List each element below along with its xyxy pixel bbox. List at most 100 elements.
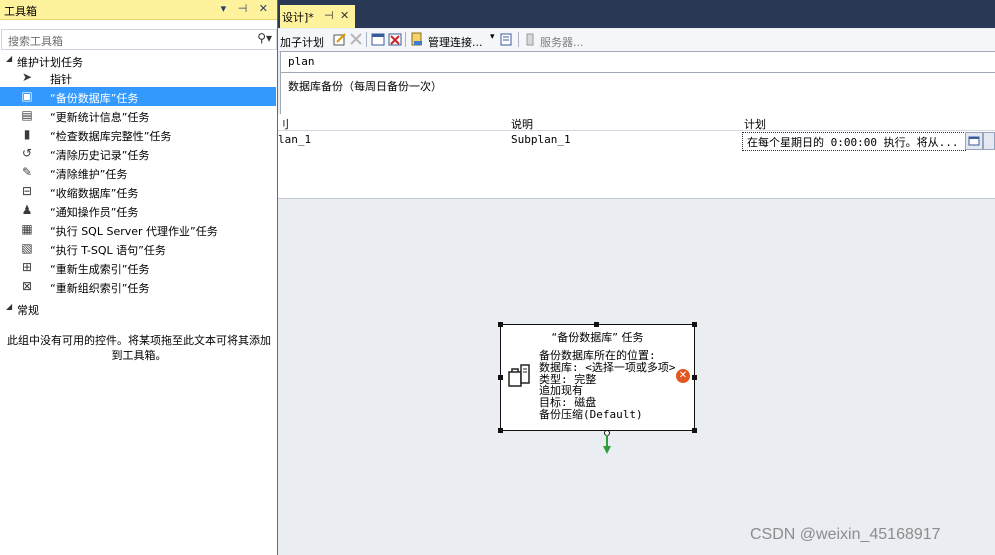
- search-icon[interactable]: ⚲▾: [257, 31, 272, 45]
- tsql-icon: ▧: [21, 241, 33, 255]
- rebuild-index-icon: ⊞: [21, 260, 33, 274]
- toolbar-separator: [366, 32, 367, 47]
- toolbar-separator: [405, 32, 406, 47]
- toolbox-item-maintenance-cleanup[interactable]: ✎ “清除维护”任务: [0, 163, 276, 182]
- task-title: “备份数据库” 任务: [551, 331, 644, 344]
- empty-group-message: 此组中没有可用的控件。将某项拖至此文本可将其添加到工具箱。: [7, 334, 271, 362]
- schedule-calendar-button[interactable]: [965, 132, 983, 150]
- backup-database-icon: ▣: [21, 89, 33, 103]
- servers-button[interactable]: 服务器...: [540, 34, 584, 50]
- group-label: 常规: [17, 304, 39, 317]
- item-label: 指针: [50, 73, 72, 86]
- toolbox-title-bar: 工具箱 ▾ ⊣ ✕: [0, 0, 277, 20]
- toolbox-item-shrink-database[interactable]: ⊟ “收缩数据库”任务: [0, 182, 276, 201]
- watermark: CSDN @weixin_45168917: [750, 526, 941, 543]
- backup-database-task-box[interactable]: “备份数据库” 任务 备份数据库所在的位置: 数据库: <选择一项或多项> 类型…: [498, 322, 697, 433]
- row-name-cell: lan_1: [278, 133, 312, 146]
- group-general[interactable]: ◢ 常规: [0, 299, 277, 317]
- logging-icon[interactable]: [499, 32, 513, 46]
- designer-area: 设计]* ⊣ ✕ 加子计划 管理连接... ▾ 服务器... plan 数据库备…: [278, 0, 995, 555]
- document-tab[interactable]: 设计]* ⊣ ✕: [280, 5, 355, 28]
- toolbox-item-check-integrity[interactable]: ▮ “检查数据库完整性”任务: [0, 125, 276, 144]
- task-details: 备份数据库所在的位置: 数据库: <选择一项或多项> 类型: 完整 追加现有 目…: [539, 350, 676, 421]
- toolbox-title: 工具箱: [4, 5, 37, 18]
- plan-description-field[interactable]: 数据库备份（每周日备份一次）: [280, 72, 995, 115]
- notify-operator-icon: ♟: [21, 203, 33, 217]
- toolbox-item-rebuild-index[interactable]: ⊞ “重新生成索引”任务: [0, 258, 276, 277]
- pointer-icon: ➤: [21, 70, 33, 84]
- reorganize-index-icon: ⊠: [21, 279, 33, 293]
- plan-description-value: 数据库备份（每周日备份一次）: [288, 80, 442, 93]
- resize-handle[interactable]: [692, 375, 697, 380]
- grid-header-description[interactable]: 说明: [511, 116, 533, 131]
- item-label: “重新生成索引”任务: [50, 263, 150, 276]
- grid-header-name[interactable]: 刂: [278, 116, 289, 131]
- search-placeholder: 搜索工具箱: [8, 35, 63, 48]
- servers-icon[interactable]: [523, 32, 537, 46]
- item-label: “清除历史记录”任务: [50, 149, 150, 162]
- delete-subplan-icon[interactable]: [349, 32, 363, 46]
- pin-icon[interactable]: ⊣: [324, 9, 334, 22]
- check-integrity-icon: ▮: [23, 127, 31, 141]
- group-maintenance-tasks[interactable]: ◢ 维护计划任务: [0, 51, 277, 69]
- row-schedule-cell[interactable]: 在每个星期日的 0:00:00 执行。将从...: [742, 132, 966, 151]
- add-subplan-button[interactable]: 加子计划: [280, 34, 324, 50]
- remove-schedule-button[interactable]: [983, 132, 995, 150]
- toolbox-item-backup-database[interactable]: ▣ “备份数据库”任务: [0, 87, 276, 106]
- history-cleanup-icon: ↺: [21, 146, 33, 160]
- toolbox-item-pointer[interactable]: ➤ 指针: [0, 68, 276, 87]
- toolbox-item-tsql[interactable]: ▧ “执行 T-SQL 语句”任务: [0, 239, 276, 258]
- subplan-properties-icon[interactable]: [333, 32, 347, 46]
- close-icon[interactable]: ✕: [340, 9, 349, 22]
- design-canvas[interactable]: “备份数据库” 任务 备份数据库所在的位置: 数据库: <选择一项或多项> 类型…: [278, 201, 995, 555]
- subplans-grid: 刂 说明 计划 lan_1 Subplan_1 在每个星期日的 0:00:00 …: [278, 114, 995, 199]
- resize-handle[interactable]: [692, 428, 697, 433]
- manage-connections-button[interactable]: 管理连接...: [428, 34, 483, 50]
- task-detail-line: 数据库: <选择一项或多项>: [539, 360, 676, 374]
- toolbox-item-history-cleanup[interactable]: ↺ “清除历史记录”任务: [0, 144, 276, 163]
- backup-database-icon: [508, 364, 530, 387]
- grid-header-schedule[interactable]: 计划: [744, 116, 766, 131]
- item-label: “通知操作员”任务: [50, 206, 139, 219]
- manage-connections-icon[interactable]: [410, 32, 424, 46]
- collapse-triangle-icon[interactable]: ◢: [6, 302, 12, 311]
- item-label: “执行 T-SQL 语句”任务: [50, 244, 166, 257]
- toolbox-search-input[interactable]: 搜索工具箱 ⚲▾: [1, 29, 277, 50]
- item-label: “收缩数据库”任务: [50, 187, 139, 200]
- item-label: “执行 SQL Server 代理作业”任务: [50, 225, 218, 238]
- maintenance-cleanup-icon: ✎: [21, 165, 33, 179]
- item-label: “备份数据库”任务: [50, 92, 139, 105]
- remove-schedule-icon[interactable]: [388, 32, 402, 46]
- item-label: “检查数据库完整性”任务: [50, 130, 172, 143]
- toolbox-item-notify-operator[interactable]: ♟ “通知操作员”任务: [0, 201, 276, 220]
- shrink-database-icon: ⊟: [21, 184, 33, 198]
- resize-handle[interactable]: [498, 322, 503, 327]
- toolbar-separator: [518, 32, 519, 47]
- resize-handle[interactable]: [692, 322, 697, 327]
- grid-header-divider: [278, 130, 995, 131]
- resize-handle[interactable]: [498, 375, 503, 380]
- tab-label: 设计]*: [282, 11, 314, 24]
- item-label: “重新组织索引”任务: [50, 282, 150, 295]
- update-statistics-icon: ▤: [21, 108, 33, 122]
- toolbox-item-update-statistics[interactable]: ▤ “更新统计信息”任务: [0, 106, 276, 125]
- item-label: “更新统计信息”任务: [50, 111, 150, 124]
- row-description-cell: Subplan_1: [511, 133, 571, 146]
- document-tab-bar: 设计]* ⊣ ✕: [278, 0, 995, 28]
- designer-toolbar: 加子计划 管理连接... ▾ 服务器...: [278, 29, 995, 52]
- toolbox-window-buttons[interactable]: ▾ ⊣ ✕: [221, 2, 272, 15]
- plan-name-value: plan: [288, 55, 315, 68]
- plan-name-field[interactable]: plan: [280, 51, 995, 73]
- collapse-triangle-icon[interactable]: ◢: [6, 54, 12, 63]
- toolbox-item-agent-job[interactable]: ▦ “执行 SQL Server 代理作业”任务: [0, 220, 276, 239]
- toolbox-item-reorganize-index[interactable]: ⊠ “重新组织索引”任务: [0, 277, 276, 296]
- subplan-schedule-icon[interactable]: [371, 32, 385, 46]
- resize-handle[interactable]: [594, 322, 599, 327]
- task-detail-line: 备份压缩(Default): [539, 407, 643, 421]
- resize-handle[interactable]: [498, 428, 503, 433]
- dropdown-arrow-icon[interactable]: ▾: [490, 32, 495, 42]
- precedence-connector-arrow[interactable]: [602, 430, 612, 456]
- item-label: “清除维护”任务: [50, 168, 128, 181]
- error-icon[interactable]: ✕: [676, 369, 690, 383]
- toolbox-panel: 工具箱 ▾ ⊣ ✕ 搜索工具箱 ⚲▾ ◢ 维护计划任务 ➤ 指针 ▣ “备份数据…: [0, 0, 278, 555]
